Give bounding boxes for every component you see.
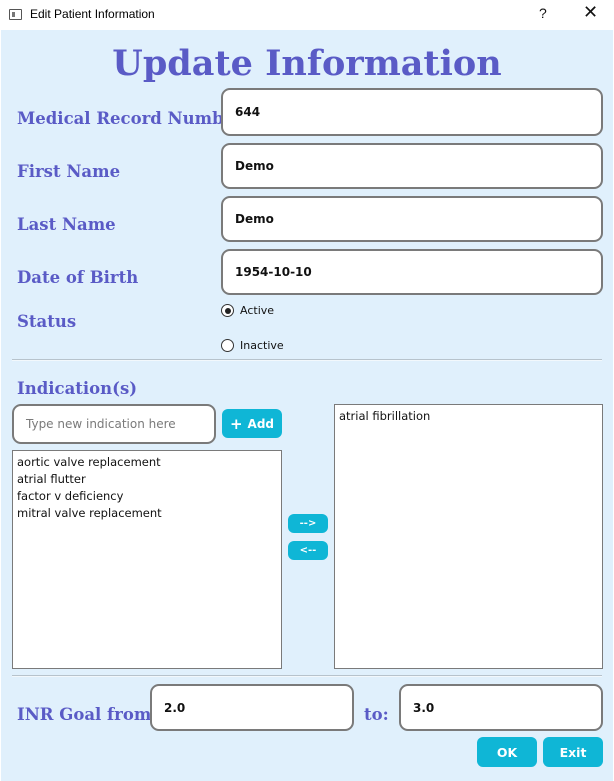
first-name-field[interactable]: Demo <box>221 143 603 189</box>
inr-to-label: to: <box>364 705 389 724</box>
ok-button[interactable]: OK <box>477 737 537 767</box>
divider-bottom <box>12 675 602 677</box>
divider-top <box>12 359 602 361</box>
plus-icon: + <box>229 414 243 433</box>
move-left-button[interactable]: <-- <box>288 541 328 560</box>
status-active-radio[interactable]: Active <box>221 304 274 317</box>
list-item[interactable]: aortic valve replacement <box>17 454 277 471</box>
list-item[interactable]: factor v deficiency <box>17 488 277 505</box>
last-name-label: Last Name <box>17 215 116 234</box>
first-name-label: First Name <box>17 162 121 181</box>
title-bar: Edit Patient Information ? ✕ <box>0 0 614 30</box>
inr-from-field[interactable]: 2.0 <box>150 684 354 731</box>
dob-field[interactable]: 1954-10-10 <box>221 249 603 295</box>
mrn-field[interactable]: 644 <box>221 88 603 136</box>
add-indication-button[interactable]: + Add <box>222 409 282 438</box>
radio-checked-icon <box>221 304 234 317</box>
help-button[interactable]: ? <box>539 5 547 21</box>
list-item[interactable]: atrial fibrillation <box>339 408 598 425</box>
add-button-label: Add <box>247 416 275 431</box>
inr-from-label: INR Goal from: <box>17 705 158 724</box>
close-button[interactable]: ✕ <box>583 2 598 23</box>
window-title: Edit Patient Information <box>30 7 155 21</box>
list-item[interactable]: mitral valve replacement <box>17 505 277 522</box>
radio-unchecked-icon <box>221 339 234 352</box>
selected-indications-list[interactable]: atrial fibrillation <box>334 404 603 669</box>
new-indication-input[interactable]: Type new indication here <box>12 404 216 444</box>
mrn-label: Medical Record Number <box>17 109 243 128</box>
inr-to-field[interactable]: 3.0 <box>399 684 603 731</box>
status-inactive-label: Inactive <box>240 339 284 352</box>
list-item[interactable]: atrial flutter <box>17 471 277 488</box>
page-title: Update Information <box>112 43 502 84</box>
exit-button[interactable]: Exit <box>543 737 603 767</box>
move-right-button[interactable]: --> <box>288 514 328 533</box>
window-app-icon <box>9 9 22 20</box>
status-inactive-radio[interactable]: Inactive <box>221 339 284 352</box>
indications-label: Indication(s) <box>17 379 138 398</box>
status-label: Status <box>17 312 77 331</box>
dob-label: Date of Birth <box>17 268 139 287</box>
last-name-field[interactable]: Demo <box>221 196 603 242</box>
status-active-label: Active <box>240 304 275 317</box>
available-indications-list[interactable]: aortic valve replacement atrial flutter … <box>12 450 282 669</box>
